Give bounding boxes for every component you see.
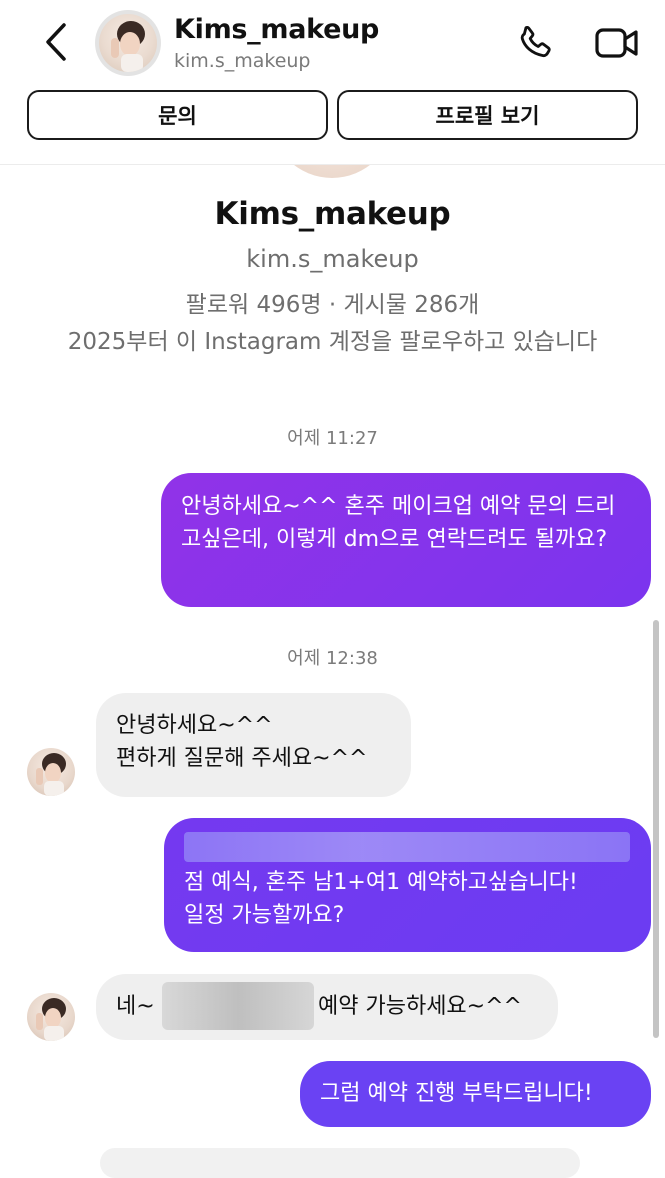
contact-name[interactable]: Kims_makeup — [174, 14, 379, 45]
video-call-button[interactable] — [592, 20, 642, 66]
profile-name: Kims_makeup — [214, 196, 451, 232]
profile-stats: 팔로워 496명 · 게시물 286개 — [185, 292, 480, 318]
scrollbar[interactable] — [653, 620, 659, 1038]
incoming-message[interactable]: 네~ 예약 가능하세요~^^ — [96, 974, 558, 1040]
message-text: 그럼 예약 진행 부탁드립니다! — [320, 1081, 593, 1106]
message-text-line: 일정 가능할까요? — [184, 903, 345, 928]
message-timestamp: 어제 11:27 — [287, 428, 378, 449]
message-text-line: 점 예식, 혼주 남1+여1 예약하고싶습니다! — [184, 870, 578, 895]
profile-handle: kim.s_makeup — [246, 245, 419, 273]
outgoing-message[interactable]: 점 예식, 혼주 남1+여1 예약하고싶습니다! 일정 가능할까요? — [164, 818, 651, 952]
view-profile-button[interactable]: 프로필 보기 — [337, 90, 638, 140]
message-text-line: 편하게 질문해 주세요~^^ — [116, 746, 368, 771]
redacted-text — [184, 832, 630, 862]
message-timestamp: 어제 12:38 — [287, 648, 378, 669]
avatar-image — [99, 14, 157, 72]
incoming-message[interactable]: 안녕하세요~^^ 편하게 질문해 주세요~^^ — [96, 693, 411, 797]
outgoing-message[interactable]: 그럼 예약 진행 부탁드립니다! — [300, 1061, 651, 1127]
phone-icon — [520, 25, 551, 58]
inquiry-button[interactable]: 문의 — [27, 90, 328, 140]
header-avatar[interactable] — [95, 10, 161, 76]
voice-call-button[interactable] — [512, 20, 558, 66]
back-button[interactable] — [36, 20, 76, 64]
outgoing-message[interactable]: 안녕하세요~^^ 혼주 메이크업 예약 문의 드리고싶은데, 이렇게 dm으로 … — [161, 473, 651, 607]
chat-header: Kims_makeup kim.s_makeup 문의 프로필 보기 — [0, 0, 665, 165]
sender-avatar[interactable] — [27, 748, 75, 796]
contact-handle: kim.s_makeup — [174, 50, 311, 72]
next-message-peek — [100, 1148, 580, 1178]
message-text: 안녕하세요~^^ 혼주 메이크업 예약 문의 드리고싶은데, 이렇게 dm으로 … — [181, 494, 616, 552]
message-text: 네~ — [116, 994, 155, 1019]
message-text-line: 안녕하세요~^^ — [116, 713, 273, 738]
chevron-left-icon — [46, 23, 66, 61]
message-text: 예약 가능하세요~^^ — [318, 994, 522, 1019]
redacted-text — [162, 982, 314, 1030]
video-camera-icon — [595, 28, 638, 58]
follow-info: 2025부터 이 Instagram 계정을 팔로우하고 있습니다 — [67, 329, 598, 355]
sender-avatar[interactable] — [27, 993, 75, 1041]
